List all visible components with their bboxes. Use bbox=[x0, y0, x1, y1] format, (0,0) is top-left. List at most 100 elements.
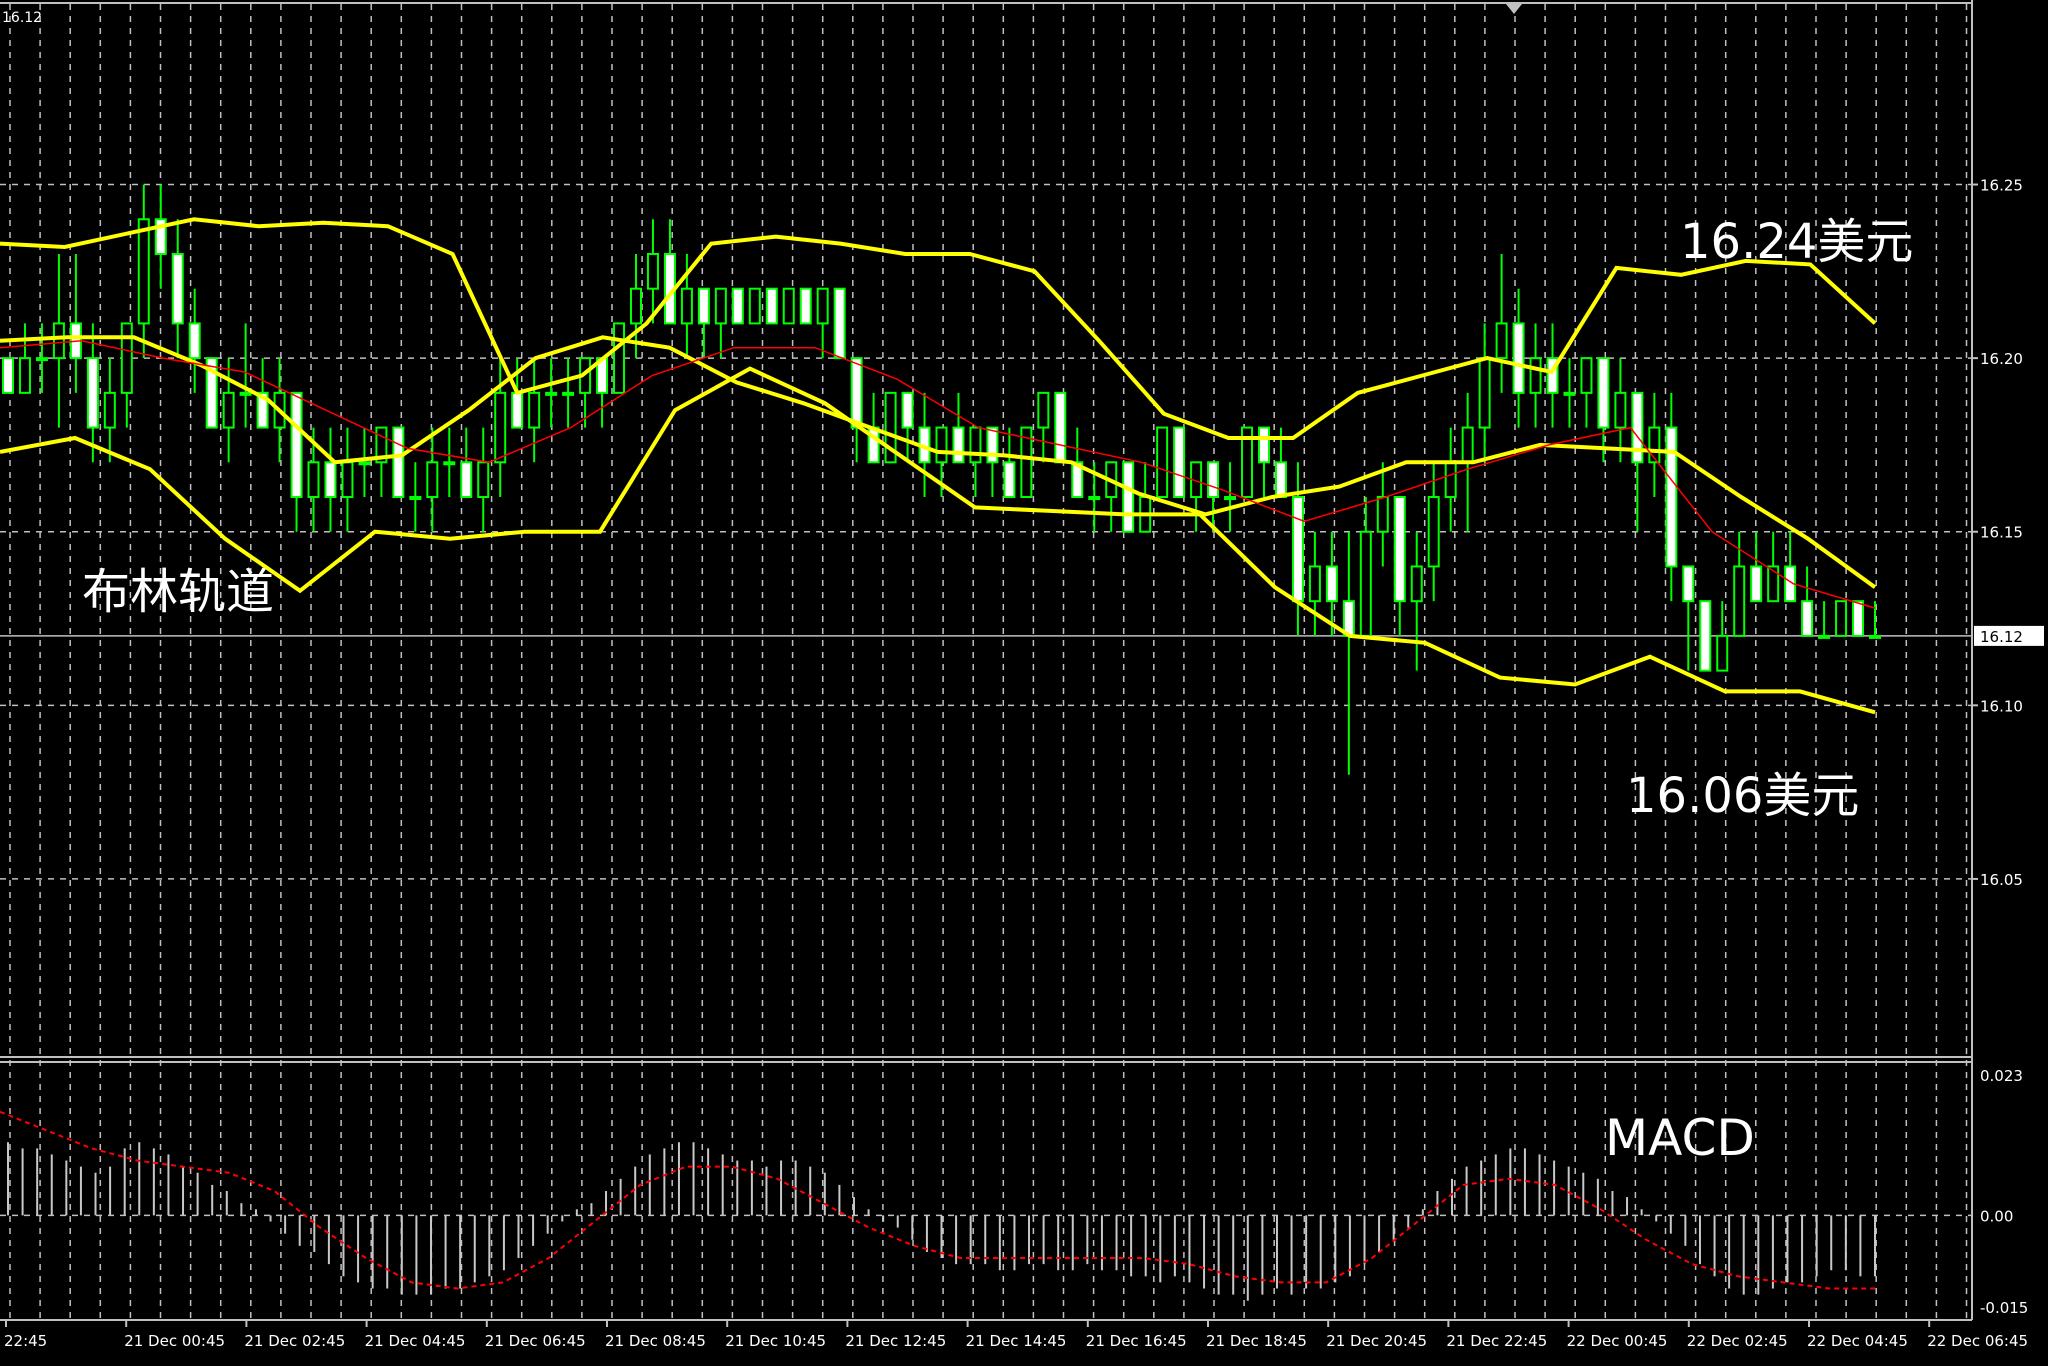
candle-bull bbox=[103, 391, 116, 429]
candle-bull bbox=[1733, 565, 1746, 637]
candle-bull bbox=[1869, 634, 1881, 639]
candle-bull bbox=[1376, 496, 1389, 533]
candle-bear bbox=[1750, 565, 1763, 603]
candle-bear bbox=[1801, 600, 1814, 637]
x-axis-tick-label: 21 Dec 04:45 bbox=[365, 1332, 466, 1350]
candle-bull bbox=[782, 287, 795, 325]
candle-bear bbox=[833, 287, 846, 360]
macd-axis-tick-label: 0.023 bbox=[1980, 1067, 2023, 1085]
candle-bull bbox=[18, 357, 31, 394]
candle-bull bbox=[222, 391, 235, 429]
candle-bull bbox=[1580, 357, 1593, 394]
candle-bull bbox=[1461, 426, 1474, 464]
candle-bear bbox=[1274, 461, 1287, 499]
candle-bear bbox=[1512, 322, 1525, 394]
y-axis-tick-label: 16.05 bbox=[1980, 871, 2023, 889]
annotation-lower-price: 16.06美元 bbox=[1626, 768, 1859, 824]
x-axis-tick-label: 21 Dec 06:45 bbox=[485, 1332, 586, 1350]
candle-bear bbox=[1003, 461, 1016, 499]
y-axis-tick-label: 16.10 bbox=[1980, 697, 2023, 715]
candle-bull bbox=[1614, 391, 1627, 429]
x-axis-tick-label: 22 Dec 04:45 bbox=[1807, 1332, 1908, 1350]
candle-bull bbox=[562, 391, 575, 396]
candle-bull bbox=[239, 391, 252, 396]
candle-bull bbox=[494, 391, 507, 464]
x-axis-tick-label: 21 Dec 16:45 bbox=[1086, 1332, 1187, 1350]
candle-bear bbox=[1257, 426, 1270, 464]
y-axis-tick-label: 16.25 bbox=[1980, 177, 2023, 195]
candle-bull bbox=[1427, 496, 1440, 568]
candle-bear bbox=[290, 391, 303, 499]
candle-bear bbox=[986, 426, 999, 464]
macd-axis-tick-label: 0.00 bbox=[1980, 1207, 2013, 1225]
candle-bull bbox=[52, 322, 65, 360]
x-axis-tick-label: 21 Dec 18:45 bbox=[1206, 1332, 1307, 1350]
corner-price-label: 16.12 bbox=[2, 10, 42, 26]
macd-axis-tick-label: -0.015 bbox=[1980, 1299, 2028, 1317]
current-price-marker-label: 16.12 bbox=[1980, 628, 2023, 646]
candle-bull bbox=[426, 461, 439, 499]
candle-bull bbox=[1410, 565, 1423, 603]
x-axis-tick-label: 22:45 bbox=[4, 1332, 47, 1350]
candle-bull bbox=[714, 287, 727, 325]
candle-bull bbox=[1037, 391, 1050, 429]
candle-bear bbox=[1597, 357, 1610, 429]
x-axis-tick-label: 21 Dec 22:45 bbox=[1446, 1332, 1547, 1350]
chart-svg: 16.25 16.20 16.15 16.10 16.05 0.023 0.00 -0.015… bbox=[0, 0, 2048, 1362]
candle-bull bbox=[443, 461, 456, 466]
candle-bear bbox=[1393, 496, 1406, 603]
candle-bear bbox=[1291, 496, 1304, 603]
candle-bull bbox=[1835, 600, 1848, 637]
candle-bear bbox=[460, 461, 473, 499]
y-axis-tick-label: 16.20 bbox=[1980, 350, 2023, 368]
candle-bull bbox=[1308, 565, 1321, 603]
x-axis-tick-label: 21 Dec 02:45 bbox=[244, 1332, 345, 1350]
candle-bear bbox=[901, 391, 914, 429]
candle-bear bbox=[1173, 426, 1186, 499]
candle-bull bbox=[1495, 322, 1508, 360]
candle-bull bbox=[1818, 634, 1831, 639]
candle-bull bbox=[969, 426, 982, 464]
candle-bear bbox=[697, 287, 710, 325]
x-axis-tick-label: 22 Dec 06:45 bbox=[1927, 1332, 2028, 1350]
candle-bull bbox=[409, 496, 422, 501]
candle-bull bbox=[1224, 496, 1237, 501]
candle-bull bbox=[358, 461, 371, 466]
candle-bull bbox=[680, 287, 693, 325]
candle-bull bbox=[307, 461, 320, 499]
candle-bear bbox=[1122, 461, 1135, 533]
x-axis-tick-label: 21 Dec 00:45 bbox=[124, 1332, 225, 1350]
candle-bull bbox=[545, 391, 558, 396]
candle-bull bbox=[1529, 357, 1542, 394]
candle-bear bbox=[392, 426, 405, 499]
x-axis-tick-label: 21 Dec 08:45 bbox=[605, 1332, 706, 1350]
candle-bear bbox=[86, 357, 99, 429]
candle-bull bbox=[137, 218, 150, 325]
candle-bear bbox=[952, 426, 965, 464]
candle-bear bbox=[765, 287, 778, 325]
candle-bear bbox=[799, 287, 812, 325]
candle-bull bbox=[1156, 426, 1169, 499]
annotation-bollinger-bands: 布林轨道 bbox=[82, 564, 274, 620]
x-axis-tick-label: 22 Dec 00:45 bbox=[1567, 1332, 1668, 1350]
candle-bear bbox=[731, 287, 744, 325]
candle-bull bbox=[120, 322, 133, 394]
candle-bull bbox=[477, 461, 490, 499]
x-axis-tick-label: 21 Dec 20:45 bbox=[1326, 1332, 1427, 1350]
candle-bull bbox=[816, 287, 829, 325]
x-axis-tick-label: 21 Dec 14:45 bbox=[966, 1332, 1067, 1350]
candle-bear bbox=[1665, 426, 1678, 568]
candle-bear bbox=[324, 461, 337, 499]
candle-bull bbox=[1478, 357, 1491, 429]
candle-bear bbox=[1682, 565, 1695, 603]
x-axis-tick-label: 21 Dec 12:45 bbox=[845, 1332, 946, 1350]
candle-bull bbox=[748, 287, 761, 325]
candle-bear bbox=[171, 252, 184, 325]
trading-chart: 16.25 16.20 16.15 16.10 16.05 0.023 0.00 -0.015… bbox=[0, 0, 2048, 1362]
candle-bull bbox=[1088, 496, 1101, 501]
candle-bull bbox=[1359, 530, 1372, 637]
candle-bear bbox=[2, 357, 14, 394]
y-axis-tick-label: 16.15 bbox=[1980, 524, 2023, 542]
annotation-upper-price: 16.24美元 bbox=[1680, 214, 1913, 270]
candle-bear bbox=[1699, 600, 1712, 672]
